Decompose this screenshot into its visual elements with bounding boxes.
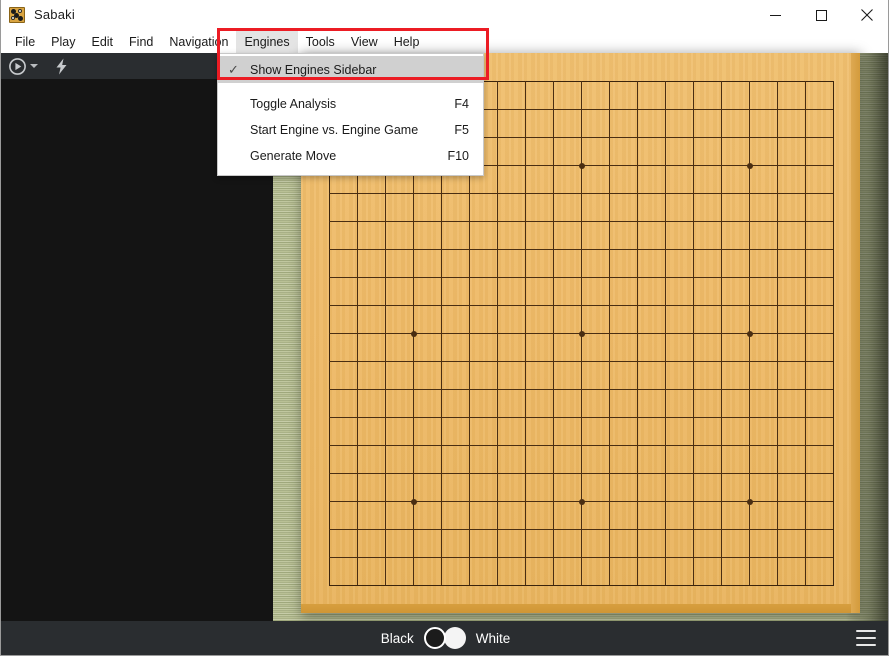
board-edge-bottom	[301, 604, 860, 613]
toggle-white-stone	[443, 627, 466, 649]
menu-item-engines[interactable]: Engines	[236, 30, 298, 53]
menu-item-help[interactable]: Help	[386, 30, 428, 53]
close-button[interactable]	[844, 0, 888, 30]
check-icon: ✓	[228, 61, 239, 77]
chevron-down-icon[interactable]	[30, 64, 38, 68]
board-grid-line-vertical	[777, 81, 778, 585]
menu-item-edit[interactable]: Edit	[83, 30, 121, 53]
toggle-black-stone	[423, 627, 446, 649]
board-star-point	[746, 498, 753, 505]
board-grid-line-horizontal	[329, 585, 834, 586]
board-grid-line-vertical	[609, 81, 610, 585]
menu-option-label: Start Engine vs. Engine Game	[250, 123, 419, 137]
menu-item-view[interactable]: View	[343, 30, 386, 53]
board-grid-line-horizontal	[329, 361, 834, 362]
board-star-point	[578, 498, 585, 505]
menu-item-file[interactable]: File	[7, 30, 43, 53]
maximize-button[interactable]	[798, 0, 844, 30]
menu-option-label: Show Engines Sidebar	[250, 62, 377, 77]
menu-separator	[218, 83, 483, 91]
board-star-point	[746, 330, 753, 337]
menu-option-show-engines-sidebar[interactable]: ✓ Show Engines Sidebar	[218, 56, 483, 83]
fast-play-button[interactable]	[54, 53, 69, 79]
board-star-point	[410, 498, 417, 505]
menu-item-play[interactable]: Play	[43, 30, 83, 53]
menu-item-tools[interactable]: Tools	[298, 30, 343, 53]
play-circle-icon	[9, 57, 26, 75]
board-grid-line-vertical	[693, 81, 694, 585]
menu-bar: File Play Edit Find Navigation Engines T…	[1, 30, 888, 53]
board-grid-line-vertical	[833, 81, 834, 585]
menu-option-label: Generate Move	[250, 149, 337, 163]
board-star-point	[578, 330, 585, 337]
white-player-label: White	[475, 630, 511, 646]
play-button[interactable]	[9, 53, 38, 79]
board-grid-line-horizontal	[329, 445, 834, 446]
window-controls	[752, 0, 888, 30]
black-player-label: Black	[380, 630, 414, 646]
window-title: Sabaki	[34, 7, 75, 22]
menu-item-navigation[interactable]: Navigation	[161, 30, 236, 53]
board-grid-line-vertical	[637, 81, 638, 585]
board-grid-line-vertical	[721, 81, 722, 585]
menu-option-accelerator: F5	[454, 123, 469, 137]
player-turn-toggle[interactable]	[423, 627, 466, 649]
minimize-button[interactable]	[752, 0, 798, 30]
title-bar: Sabaki	[1, 0, 888, 30]
sabaki-app-icon	[9, 6, 25, 23]
menu-option-label: Toggle Analysis	[250, 97, 337, 111]
board-grid-line-vertical	[665, 81, 666, 585]
menu-option-accelerator: F4	[454, 97, 469, 111]
board-edge-right	[851, 53, 860, 613]
board-grid-line-horizontal	[329, 389, 834, 390]
lightning-bolt-icon	[56, 58, 67, 74]
board-star-point	[410, 330, 417, 337]
engines-dropdown-menu: ✓ Show Engines Sidebar Toggle Analysis F…	[217, 53, 484, 176]
sabaki-window: Sabaki File Play Edit Find Navigation En…	[0, 0, 889, 656]
board-grid-line-horizontal	[329, 473, 834, 474]
board-star-point	[578, 162, 585, 169]
board-grid-line-horizontal	[329, 529, 834, 530]
menu-option-toggle-analysis[interactable]: Toggle Analysis F4	[218, 91, 483, 117]
player-bar: Black White	[1, 621, 888, 655]
board-star-point	[746, 162, 753, 169]
board-grid-line-vertical	[805, 81, 806, 585]
board-grid-line-horizontal	[329, 417, 834, 418]
menu-item-find[interactable]: Find	[121, 30, 161, 53]
menu-option-accelerator: F10	[447, 149, 469, 163]
hamburger-menu-icon[interactable]	[856, 630, 876, 646]
board-grid-line-horizontal	[329, 557, 834, 558]
menu-option-start-engine-vs-engine-game[interactable]: Start Engine vs. Engine Game F5	[218, 117, 483, 143]
menu-option-generate-move[interactable]: Generate Move F10	[218, 143, 483, 169]
